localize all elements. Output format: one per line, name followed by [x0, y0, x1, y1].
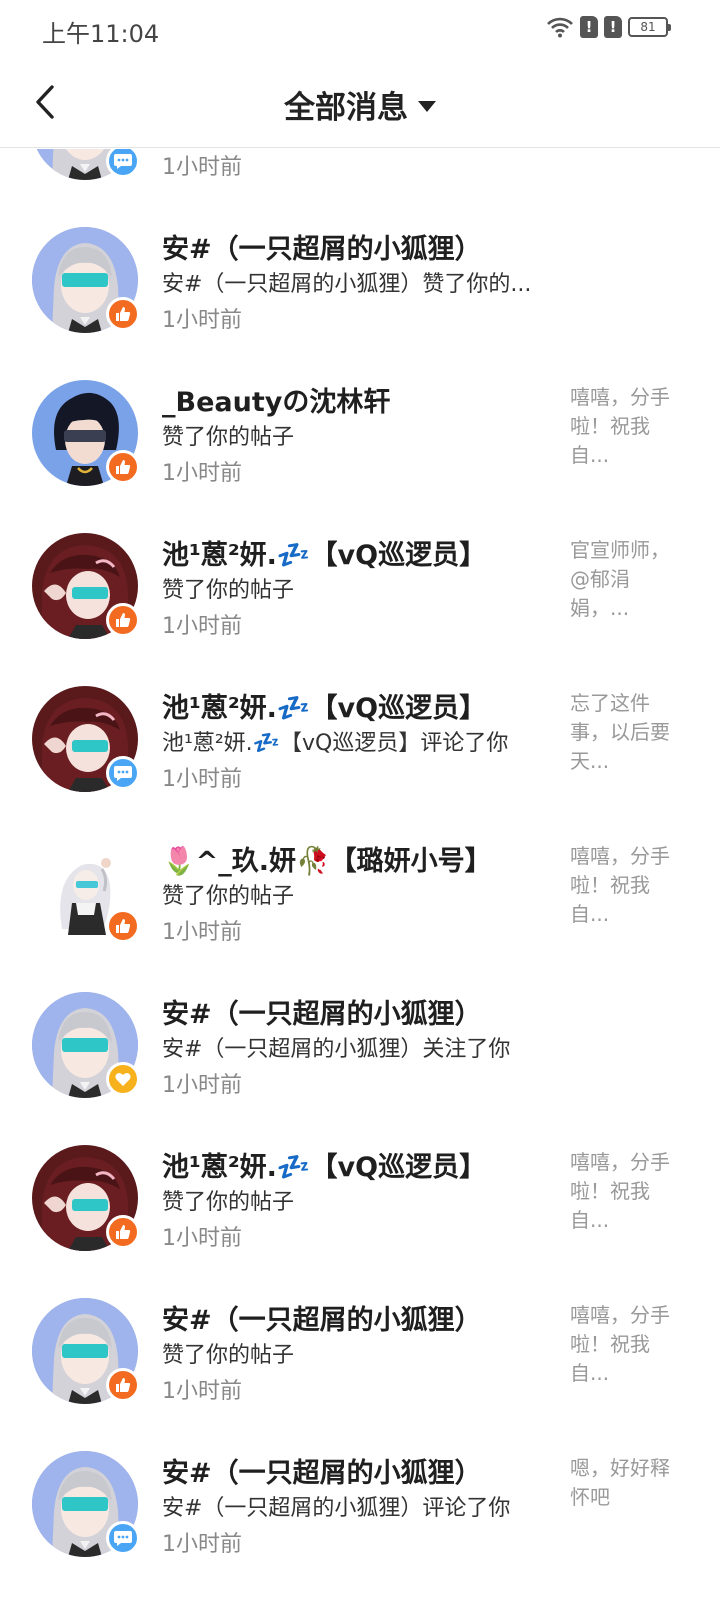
message-action: 赞了你的帖子 — [162, 1190, 295, 1215]
message-action: 赞了你的帖子 — [162, 884, 295, 909]
avatar-button[interactable] — [32, 533, 140, 639]
battery-icon: 81 — [628, 17, 671, 37]
caret-down-icon — [418, 101, 436, 112]
message-time: 1小时前 — [162, 461, 242, 486]
avatar-button[interactable] — [32, 686, 140, 792]
like-badge-icon — [106, 1215, 140, 1249]
wifi-icon — [547, 17, 573, 38]
message-row[interactable]: _Beautyの沈林轩赞了你的帖子 1小时前 嘻嘻，分手啦！祝我自... — [0, 355, 720, 508]
message-action: 池¹蒽²妍.💤【vQ巡逻员】评论了你 — [162, 731, 509, 756]
message-time: 1小时前 — [162, 920, 242, 945]
message-list-inner: 安#（一只超屑的小狐狸）评论了你1小时前安#（一只超屑的小狐狸）安#（一只超屑的… — [0, 149, 720, 1579]
like-badge-icon — [106, 297, 140, 331]
sender-name[interactable]: 池¹蒽²妍.💤【vQ巡逻员】 — [162, 533, 486, 572]
sender-name[interactable]: 池¹蒽²妍.💤【vQ巡逻员】 — [162, 1145, 486, 1184]
message-filter-dropdown[interactable]: 全部消息 — [0, 82, 720, 127]
avatar-button[interactable] — [32, 149, 140, 180]
comment-badge-icon — [106, 149, 140, 178]
post-preview: 官宣师师，@郁涓娟，... — [570, 538, 670, 620]
sender-name[interactable]: 🌷^_玖.妍🥀【璐妍小号】 — [162, 839, 492, 878]
avatar-button[interactable] — [32, 1451, 140, 1557]
message-row[interactable]: 安#（一只超屑的小狐狸）评论了你1小时前 — [0, 149, 720, 202]
message-row[interactable]: 🌷^_玖.妍🥀【璐妍小号】赞了你的帖子 1小时前 嘻嘻，分手啦！祝我自... — [0, 814, 720, 967]
message-time: 1小时前 — [162, 308, 242, 333]
message-row[interactable]: 池¹蒽²妍.💤【vQ巡逻员】池¹蒽²妍.💤【vQ巡逻员】评论了你 1小时前 忘了这件… — [0, 661, 720, 814]
message-list[interactable]: 安#（一只超屑的小狐狸）评论了你1小时前安#（一只超屑的小狐狸）安#（一只超屑的… — [0, 149, 720, 1600]
avatar-button[interactable] — [32, 380, 140, 486]
like-badge-icon — [106, 1368, 140, 1402]
follow-badge-icon — [106, 1062, 140, 1096]
message-row[interactable]: 安#（一只超屑的小狐狸） 安#（一只超屑的小狐狸）评论了你 1小时前 嗯，好好释怀吧 — [0, 1426, 720, 1579]
message-action: 赞了你的帖子 — [162, 425, 295, 450]
avatar-button[interactable] — [32, 1145, 140, 1251]
like-badge-icon — [106, 603, 140, 637]
sim2-icon — [604, 16, 622, 38]
like-badge-icon — [106, 909, 140, 943]
battery-level: 81 — [640, 20, 656, 34]
message-time: 1小时前 — [162, 1532, 242, 1557]
message-action: 赞了你的帖子 — [162, 1343, 295, 1368]
message-time: 1小时前 — [162, 1073, 242, 1098]
sender-name[interactable]: 安#（一只超屑的小狐狸） — [162, 1451, 482, 1490]
message-row[interactable]: 安#（一只超屑的小狐狸） 安#（一只超屑的小狐狸）赞了你的... 1小时前 — [0, 202, 720, 355]
status-icons: 81 — [546, 16, 671, 38]
avatar-button[interactable] — [32, 839, 140, 945]
message-action: 安#（一只超屑的小狐狸）赞了你的... — [162, 272, 532, 297]
post-preview: 嘻嘻，分手啦！祝我自... — [570, 1303, 670, 1385]
message-time: 1小时前 — [162, 767, 242, 792]
message-action: 安#（一只超屑的小狐狸）评论了你 — [162, 1496, 511, 1521]
message-row[interactable]: 安#（一只超屑的小狐狸） 赞了你的帖子 1小时前 嘻嘻，分手啦！祝我自... — [0, 1273, 720, 1426]
message-time: 1小时前 — [162, 1379, 242, 1404]
message-row[interactable]: 池¹蒽²妍.💤【vQ巡逻员】赞了你的帖子 1小时前 官宣师师，@郁涓娟，... — [0, 508, 720, 661]
like-badge-icon — [106, 450, 140, 484]
post-preview: 嘻嘻，分手啦！祝我自... — [570, 844, 670, 926]
message-time: 1小时前 — [162, 155, 242, 180]
page-title: 全部消息 — [284, 90, 408, 126]
sender-name[interactable]: 安#（一只超屑的小狐狸） — [162, 227, 482, 266]
sim1-icon — [580, 16, 598, 38]
sender-name[interactable]: 池¹蒽²妍.💤【vQ巡逻员】 — [162, 686, 486, 725]
message-time: 1小时前 — [162, 614, 242, 639]
comment-badge-icon — [106, 756, 140, 790]
status-time: 上午11:04 — [42, 20, 160, 48]
message-row[interactable]: 池¹蒽²妍.💤【vQ巡逻员】赞了你的帖子 1小时前 嘻嘻，分手啦！祝我自... — [0, 1120, 720, 1273]
sender-name[interactable]: 安#（一只超屑的小狐狸） — [162, 992, 482, 1031]
post-preview: 嘻嘻，分手啦！祝我自... — [570, 1150, 670, 1232]
message-action: 赞了你的帖子 — [162, 578, 295, 603]
message-action: 安#（一只超屑的小狐狸）关注了你 — [162, 1037, 511, 1062]
avatar-button[interactable] — [32, 992, 140, 1098]
post-preview: 嘻嘻，分手啦！祝我自... — [570, 385, 670, 467]
post-preview: 嗯，好好释怀吧 — [570, 1456, 670, 1509]
status-bar: 上午11:04 81 — [0, 0, 720, 56]
message-row[interactable]: 安#（一只超屑的小狐狸） 安#（一只超屑的小狐狸）关注了你 1小时前 — [0, 967, 720, 1120]
header: 全部消息 — [0, 56, 720, 148]
sender-name[interactable]: 安#（一只超屑的小狐狸） — [162, 1298, 482, 1337]
avatar-button[interactable] — [32, 227, 140, 333]
post-preview: 忘了这件事，以后要天... — [570, 691, 670, 773]
comment-badge-icon — [106, 1521, 140, 1555]
avatar-button[interactable] — [32, 1298, 140, 1404]
message-time: 1小时前 — [162, 1226, 242, 1251]
sender-name[interactable]: _Beautyの沈林轩 — [162, 380, 390, 419]
